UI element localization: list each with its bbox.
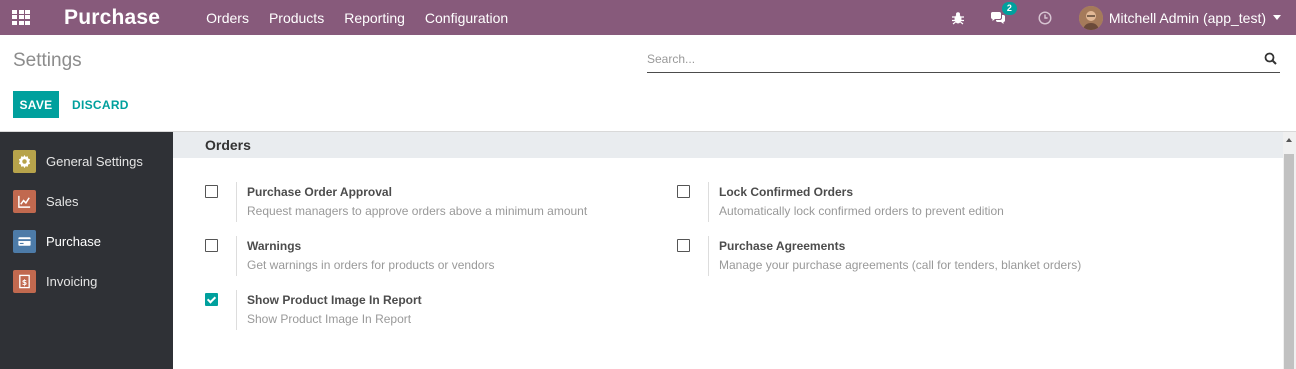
sales-chart-icon [13, 189, 36, 213]
divider [708, 236, 709, 276]
setting-title: Lock Confirmed Orders [719, 185, 854, 199]
lock-confirmed-orders-checkbox[interactable] [677, 185, 690, 198]
messaging-icon[interactable]: 2 [990, 1, 1017, 26]
navbar-systray: 2 Mitchell Admin (app_test) [950, 0, 1296, 35]
search-input[interactable] [647, 47, 1247, 71]
sidebar-item-purchase[interactable]: Purchase [0, 221, 173, 261]
menu-item-orders[interactable]: Orders [206, 10, 249, 26]
scroll-up-arrow-icon[interactable] [1286, 138, 1292, 142]
setting-lock-confirmed-orders: Lock Confirmed Orders Automatically lock… [677, 182, 1097, 222]
setting-title: Purchase Order Approval [247, 185, 392, 199]
scrollbar-thumb[interactable] [1284, 154, 1294, 369]
section-title: Orders [205, 137, 251, 153]
warnings-checkbox[interactable] [205, 239, 218, 252]
menu-item-configuration[interactable]: Configuration [425, 10, 508, 26]
menu-item-reporting[interactable]: Reporting [344, 10, 405, 26]
sidebar-item-label: Purchase [46, 233, 101, 249]
menu-item-products[interactable]: Products [269, 10, 324, 26]
invoice-icon: $ [13, 269, 36, 293]
sidebar-item-label: Invoicing [46, 273, 98, 289]
show-product-image-checkbox[interactable] [205, 293, 218, 306]
setting-description: Manage your purchase agreements (call fo… [719, 258, 1082, 272]
user-menu-name[interactable]: Mitchell Admin (app_test) [1109, 10, 1266, 26]
message-count-badge: 2 [1001, 1, 1017, 15]
setting-title: Warnings [247, 239, 302, 253]
divider [236, 290, 237, 330]
settings-sidebar: General Settings Sales Purchase $ Invoic… [0, 132, 173, 369]
search-icon[interactable] [1264, 52, 1278, 66]
divider [708, 182, 709, 222]
chevron-down-icon[interactable] [1273, 15, 1281, 20]
activity-clock-icon[interactable] [1037, 10, 1053, 26]
section-header: Orders [173, 132, 1283, 158]
purchase-agreements-checkbox[interactable] [677, 239, 690, 252]
settings-content: Orders Purchase Order Approval Request m… [173, 132, 1283, 369]
search-bar [647, 47, 1280, 73]
svg-text:$: $ [22, 277, 27, 286]
divider [236, 236, 237, 276]
sidebar-item-label: Sales [46, 193, 79, 209]
sidebar-item-invoicing[interactable]: $ Invoicing [0, 261, 173, 301]
discard-button[interactable]: DISCARD [64, 91, 137, 118]
save-button[interactable]: SAVE [13, 91, 59, 118]
apps-grid-icon[interactable] [12, 9, 30, 26]
sidebar-item-sales[interactable]: Sales [0, 181, 173, 221]
purchase-order-approval-checkbox[interactable] [205, 185, 218, 198]
setting-description: Get warnings in orders for products or v… [247, 258, 495, 272]
top-navbar: Purchase Orders Products Reporting Confi… [0, 0, 1296, 35]
debug-bug-icon[interactable] [950, 10, 966, 26]
sidebar-item-label: General Settings [46, 153, 143, 169]
setting-show-product-image: Show Product Image In Report Show Produc… [205, 290, 625, 330]
sidebar-item-general-settings[interactable]: General Settings [0, 141, 173, 181]
app-title: Purchase [64, 5, 161, 29]
gear-icon [13, 149, 36, 173]
main-menu: Orders Products Reporting Configuration [206, 10, 528, 26]
setting-purchase-agreements: Purchase Agreements Manage your purchase… [677, 236, 1097, 276]
setting-title: Purchase Agreements [719, 239, 846, 253]
content-scrollbar[interactable] [1283, 132, 1296, 369]
page-title: Settings [13, 50, 82, 71]
divider [236, 182, 237, 222]
setting-description: Automatically lock confirmed orders to p… [719, 204, 1004, 218]
setting-title: Show Product Image In Report [247, 293, 422, 307]
setting-purchase-order-approval: Purchase Order Approval Request managers… [205, 182, 625, 222]
setting-description: Request managers to approve orders above… [247, 204, 588, 218]
setting-warnings: Warnings Get warnings in orders for prod… [205, 236, 625, 276]
setting-description: Show Product Image In Report [247, 312, 412, 326]
user-avatar[interactable] [1078, 5, 1103, 30]
purchase-card-icon [13, 229, 36, 253]
